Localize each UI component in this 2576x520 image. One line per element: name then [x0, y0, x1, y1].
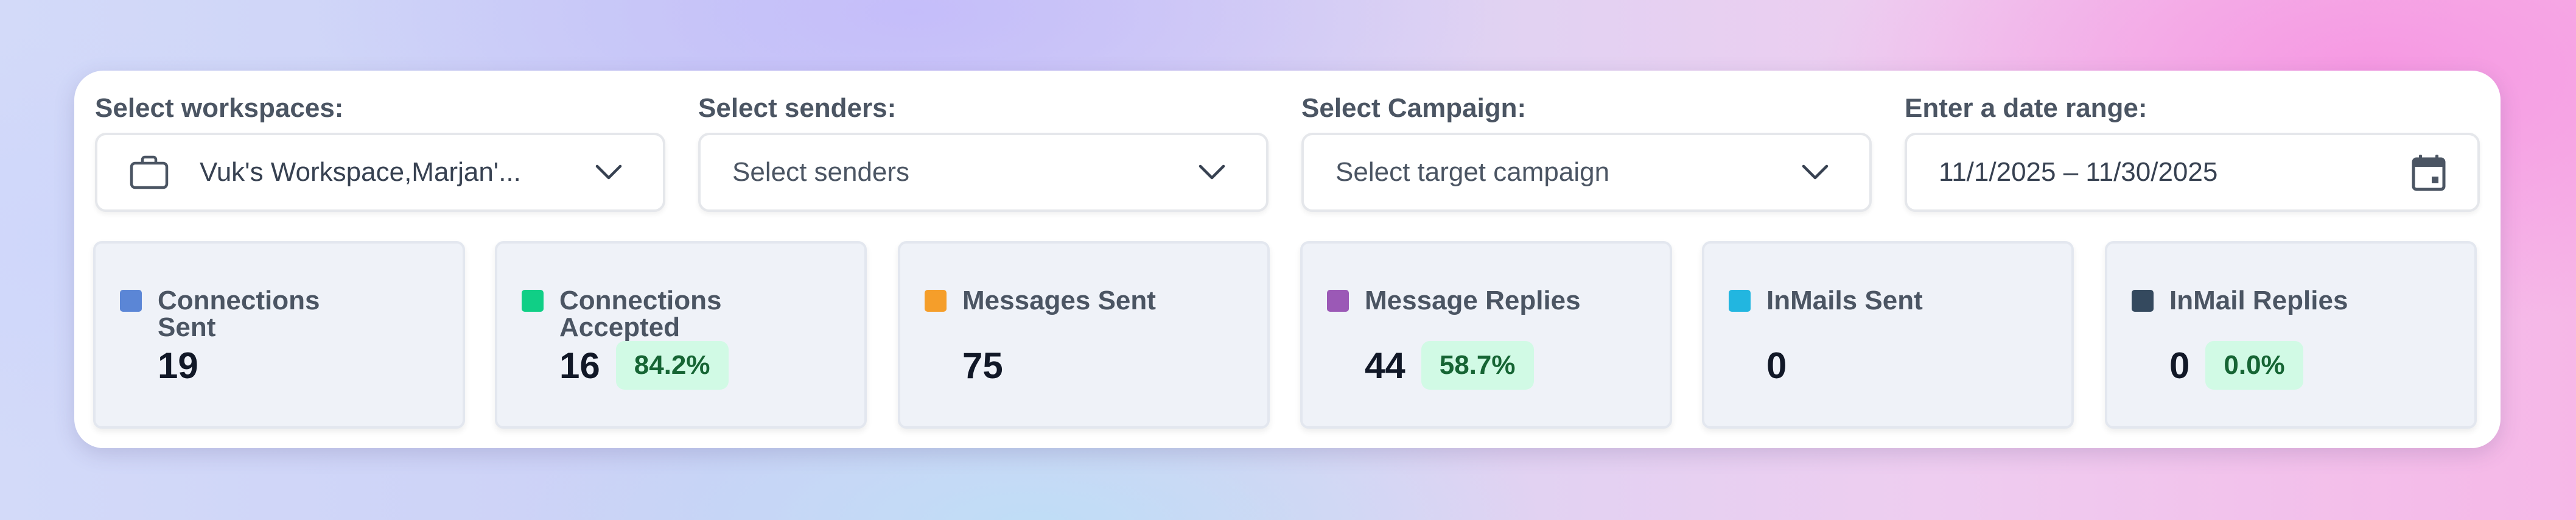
stat-value: 16 — [559, 345, 600, 386]
stat-value-row: 0 0.0% — [2169, 341, 2303, 390]
message-replies-color-swatch — [1327, 290, 1349, 312]
campaign-filter-label: Select Campaign: — [1301, 93, 1527, 123]
workspace-filter-label: Select workspaces: — [95, 93, 344, 123]
stat-card-inmail-replies: InMail Replies 0 0.0% — [2105, 241, 2477, 429]
stat-value-row: 16 84.2% — [559, 341, 729, 390]
acceptance-rate-badge: 84.2% — [615, 341, 729, 390]
stat-card-connections-accepted: Connections Accepted 16 84.2% — [495, 241, 867, 429]
senders-select-placeholder: Select senders — [732, 157, 910, 187]
senders-select[interactable]: Select senders — [698, 133, 1269, 212]
date-range-filter: Enter a date range: 11/1/2025 – 11/30/20… — [1905, 91, 2480, 212]
stat-card-messages-sent: Messages Sent 75 — [898, 241, 1270, 429]
connections-accepted-color-swatch — [522, 290, 544, 312]
dashboard-panel: Select workspaces: Vuk's Workspace,Marja… — [74, 71, 2501, 448]
stat-label: Message Replies — [1365, 286, 1581, 315]
stat-value-row: 19 — [158, 341, 198, 390]
inmail-replies-color-swatch — [2132, 290, 2154, 312]
date-range-value: 11/1/2025 – 11/30/2025 — [1939, 157, 2218, 187]
stat-value: 0 — [2169, 345, 2190, 386]
chevron-down-icon — [595, 164, 622, 180]
stat-label: Connections Sent — [158, 286, 320, 342]
campaign-select-placeholder: Select target campaign — [1335, 157, 1610, 187]
connections-sent-color-swatch — [120, 290, 142, 312]
chevron-down-icon — [1802, 164, 1829, 180]
reply-rate-badge: 58.7% — [1421, 341, 1534, 390]
stat-label: InMails Sent — [1766, 286, 1923, 315]
stat-value: 0 — [1766, 345, 1787, 386]
inmail-reply-rate-badge: 0.0% — [2205, 341, 2303, 390]
stat-card-message-replies: Message Replies 44 58.7% — [1300, 241, 1672, 429]
campaign-filter: Select Campaign: Select target campaign — [1301, 91, 1872, 212]
workspace-select[interactable]: Vuk's Workspace,Marjan'... — [95, 133, 665, 212]
stat-value: 75 — [962, 345, 1003, 386]
messages-sent-color-swatch — [925, 290, 947, 312]
campaign-select[interactable]: Select target campaign — [1301, 133, 1872, 212]
workspace-select-value: Vuk's Workspace,Marjan'... — [200, 157, 521, 187]
date-range-input[interactable]: 11/1/2025 – 11/30/2025 — [1905, 133, 2480, 212]
stat-value: 44 — [1365, 345, 1405, 386]
stat-card-inmails-sent: InMails Sent 0 — [1702, 241, 2074, 429]
senders-filter-label: Select senders: — [698, 93, 897, 123]
date-range-filter-label: Enter a date range: — [1905, 93, 2147, 123]
stat-label: InMail Replies — [2169, 286, 2348, 315]
stat-value-row: 0 — [1766, 341, 1787, 390]
stat-label: Connections Accepted — [559, 286, 722, 342]
senders-filter: Select senders: Select senders — [698, 91, 1269, 212]
inmails-sent-color-swatch — [1729, 290, 1751, 312]
briefcase-icon — [130, 155, 169, 189]
stat-value-row: 75 — [962, 341, 1003, 390]
stat-label: Messages Sent — [962, 286, 1156, 315]
stat-value: 19 — [158, 345, 198, 386]
calendar-icon[interactable] — [2412, 153, 2446, 191]
stat-card-connections-sent: Connections Sent 19 — [93, 241, 465, 429]
chevron-down-icon — [1199, 164, 1225, 180]
workspace-filter: Select workspaces: Vuk's Workspace,Marja… — [95, 91, 665, 212]
stat-value-row: 44 58.7% — [1365, 341, 1534, 390]
